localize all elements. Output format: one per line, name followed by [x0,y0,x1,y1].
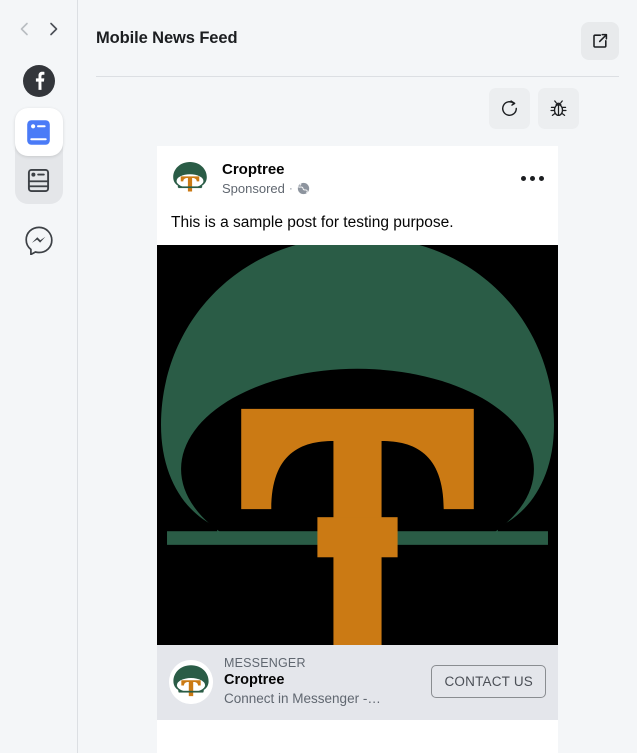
app-root: Mobile News Feed Croptree Sponsored · Th… [0,0,637,753]
post-media[interactable] [157,245,558,645]
croptree-logo-icon [169,659,213,704]
cta-footer: MESSENGER Croptree Connect in Messenger … [157,645,558,720]
page-title: Mobile News Feed [96,29,238,47]
post-page-name[interactable]: Croptree [222,160,511,179]
cta-eyebrow: MESSENGER [224,656,306,670]
post-subtitle-row: Sponsored · [222,180,511,197]
contact-us-button[interactable]: CONTACT US [431,665,546,698]
sidebar-nav-arrows [0,0,77,58]
sponsored-label: Sponsored [222,180,285,196]
page-avatar[interactable] [169,157,211,199]
post-body-text: This is a sample post for testing purpos… [171,214,454,231]
kebab-dot [521,175,526,181]
sidebar-item-list [0,58,77,264]
cta-title: Croptree [224,672,285,688]
main-pane: Mobile News Feed Croptree Sponsored · Th… [78,0,637,753]
sidebar-item-messenger[interactable] [15,216,63,264]
croptree-media-image [157,245,558,645]
sidebar-item-facebook[interactable] [22,64,56,98]
left-sidebar [0,0,78,753]
refresh-button[interactable] [489,88,530,129]
post-header-text: Croptree Sponsored · [222,160,511,197]
globe-icon [297,182,310,195]
back-arrow-icon[interactable] [14,19,34,39]
sidebar-item-desktop-feed[interactable] [15,156,63,204]
open-external-button[interactable] [581,22,619,60]
sidebar-placement-group [14,108,63,204]
post-more-options-button[interactable] [511,170,546,187]
cta-text-block: MESSENGER Croptree Connect in Messenger … [224,655,420,708]
preview-toolbar [78,77,637,129]
main-header: Mobile News Feed [78,0,637,60]
separator-dot: · [288,180,293,195]
refresh-icon [502,100,517,117]
sidebar-item-mobile-feed[interactable] [14,108,63,156]
croptree-logo-icon [169,157,211,199]
post-card: Croptree Sponsored · This is a sample po… [157,146,558,753]
preview-area: Croptree Sponsored · This is a sample po… [78,129,637,753]
cta-subtitle: Connect in Messenger -… [224,691,381,706]
external-link-icon [593,33,608,48]
debug-button[interactable] [538,88,579,129]
bug-icon [550,100,567,117]
post-header: Croptree Sponsored · [157,146,558,206]
forward-arrow-icon[interactable] [43,19,63,39]
kebab-dot [530,175,535,181]
kebab-dot [539,175,544,181]
cta-avatar[interactable] [169,659,213,704]
